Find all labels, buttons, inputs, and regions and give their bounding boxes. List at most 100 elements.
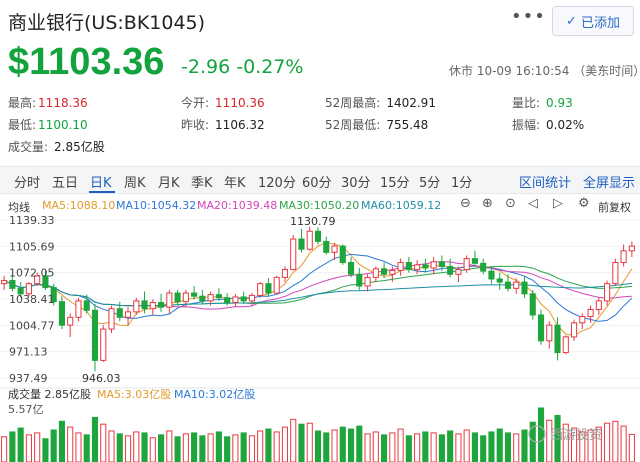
moving-average-lines [3,242,633,337]
volume-bar [463,429,470,462]
volume-bar [298,423,305,462]
tab-120min[interactable]: 120分 [258,172,296,191]
kline-chart[interactable]: 1139.33 1105.69 1072.05 1038.41 1004.77 971.1… [0,212,640,462]
candle-body [306,230,313,250]
y-tick-label: 1038.41 [9,293,55,306]
ma20-line [3,261,632,310]
volume-bar [290,418,297,462]
candle-body [455,269,462,275]
candle-body [389,269,396,275]
scroll-left-icon[interactable]: ◁ [528,196,538,211]
change-value: -2.96 [181,56,231,78]
tab-daily-k[interactable]: 日K [90,172,112,191]
stat-value: 1106.32 [215,118,265,132]
stat-value: 1118.36 [38,96,88,110]
volume-bar [50,429,57,462]
candle-body [273,276,280,294]
volume-bar [191,432,198,462]
ma20-label: MA20:1039.48 [197,199,278,212]
price-change: -2.96 -0.27% [181,56,303,78]
volume-bar [438,434,445,462]
reset-icon[interactable]: ⊙ [505,196,516,211]
stat-open: 今开: 1110.36 [181,94,265,111]
candle-body [1,280,8,285]
y-tick-label: 1004.77 [9,319,55,332]
volume-bar [389,432,396,462]
stat-label: 最高: [8,96,37,110]
volume-bar [240,432,247,462]
volume-bar [58,420,66,462]
volume-bar [620,425,627,462]
volume-bar [471,432,478,462]
candle-body [290,238,297,271]
stat-value: 1110.36 [215,96,265,110]
volume-bar [182,433,189,462]
volume-ma5-label: MA5:3.03亿股 [97,388,171,401]
zoom-out-icon[interactable]: ⊖ [460,196,471,211]
page-title: 商业银行(US:BK1045) [8,12,206,34]
tab-1min[interactable]: 1分 [451,172,472,191]
candle-body [570,322,578,338]
candle-body [67,316,74,326]
candle-body [612,262,619,285]
candle-body [422,264,429,269]
settings-gear-icon[interactable]: ⚙ [578,196,590,211]
volume-bar [347,428,355,462]
stat-prev-close: 昨收: 1106.32 [181,116,265,133]
y-tick-label: 971.13 [9,346,48,359]
volume-bar [628,433,635,462]
volume-bar [116,433,123,462]
candle-body [372,268,379,278]
fullscreen-link[interactable]: 全屏显示 [583,172,635,191]
volume-bar [199,435,206,462]
candle-body [331,245,338,253]
volume-bar [91,416,99,462]
tab-30min[interactable]: 30分 [341,172,371,191]
candle-body [215,294,222,299]
volume-bar [488,431,495,462]
tab-15min[interactable]: 15分 [380,172,410,191]
volume-bar [521,429,528,462]
volume-bar [480,435,487,462]
candle-body [116,308,123,318]
candle-body [248,294,255,302]
volume-bar [17,427,24,462]
volume-bar [265,428,272,462]
added-watchlist-button[interactable]: ✓ 已添加 [552,6,634,36]
tab-yearly-k[interactable]: 年K [224,172,246,191]
stat-value: 0.93 [546,96,573,110]
candle-body [488,270,495,280]
stat-label: 52周最高: [325,96,381,110]
zoom-in-icon[interactable]: ⊕ [482,196,493,211]
ma30-label: MA30:1050.20 [279,199,360,212]
volume-bar [124,435,132,462]
candle-body [405,262,412,271]
candle-body [447,265,454,275]
candle-body [58,301,66,326]
tab-60min[interactable]: 60分 [302,172,332,191]
tab-5min[interactable]: 5分 [419,172,440,191]
stat-label: 成交量: [8,140,49,154]
tab-quarterly-k[interactable]: 季K [191,172,213,191]
volume-bar [34,432,41,462]
stat-label: 最低: [8,118,37,132]
volume-bar [75,432,82,462]
candle-body [314,230,322,242]
tab-monthly-k[interactable]: 月K [158,172,180,191]
volume-max-label: 5.57亿 [8,403,44,416]
volume-bar [537,407,545,462]
interval-stats-link[interactable]: 区间统计 [519,172,571,191]
candle-body [364,276,371,287]
tab-weekly-k[interactable]: 周K [124,172,146,191]
candle-body [562,336,569,354]
volume-bar [174,436,181,462]
more-options-button[interactable]: ••• [511,6,546,27]
volume-bar [331,429,338,462]
volume-bar [9,431,16,462]
volume-bar [141,432,148,462]
tab-five-day[interactable]: 五日 [52,172,78,191]
candle-body [257,283,264,296]
candle-body [224,297,231,303]
scroll-right-icon[interactable]: ▷ [553,196,563,211]
tab-intraday[interactable]: 分时 [14,172,40,191]
